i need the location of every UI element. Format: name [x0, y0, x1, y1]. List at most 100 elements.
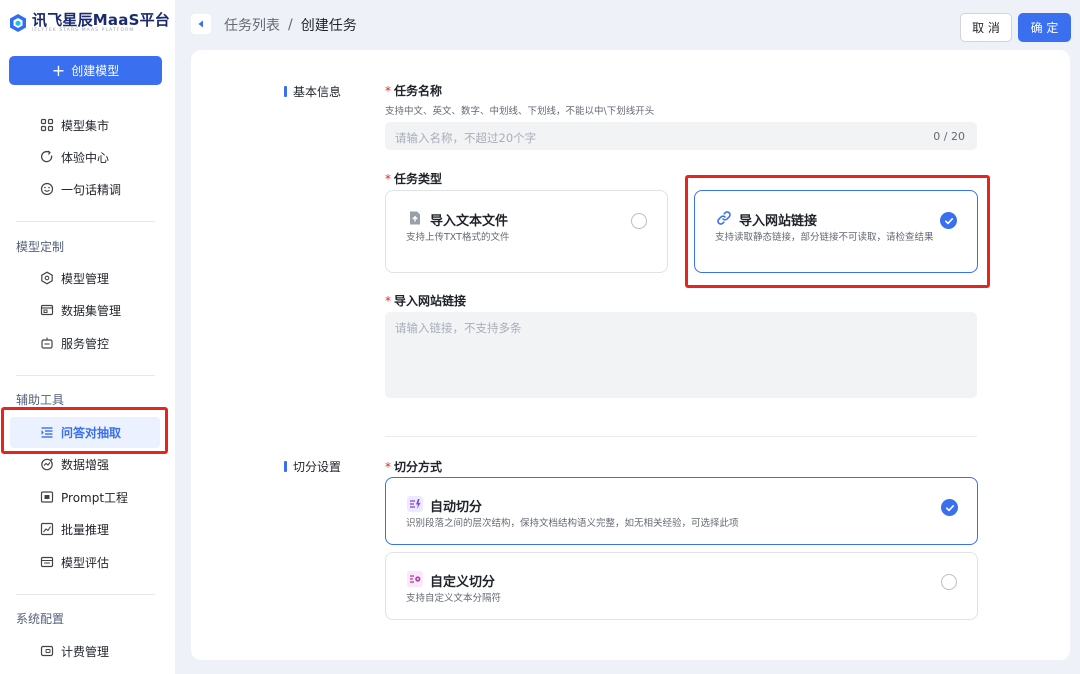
required-mark: * — [385, 460, 391, 474]
task-type-option-web-link[interactable]: 导入网站链接 支持读取静态链接，部分链接不可读取，请检查结果 — [694, 190, 978, 273]
sidebar-item-label: 一句话精调 — [61, 183, 122, 197]
section-title: 切分设置 — [293, 460, 342, 474]
create-model-button[interactable]: + 创建模型 — [9, 56, 162, 85]
chevron-left-icon — [198, 20, 203, 28]
sidebar-divider — [16, 594, 155, 595]
sidebar-section-title: 模型定制 — [16, 240, 65, 254]
sidebar-item-qa-extraction[interactable]: 问答对抽取 — [10, 417, 160, 448]
section-marker — [284, 86, 287, 97]
task-type-label: * 任务类型 — [385, 170, 442, 187]
list-icon — [41, 427, 53, 438]
task-name-input[interactable]: 请输入名称，不超过20个字 0 / 20 — [385, 122, 977, 150]
brand-name: 讯飞星辰MaaS平台 — [32, 11, 170, 29]
sidebar-item-data-augmentation[interactable]: 数据增强 — [10, 449, 160, 480]
sidebar-item-dataset-management[interactable]: 数据集管理 — [10, 295, 160, 326]
back-button[interactable] — [191, 14, 211, 34]
section-divider — [385, 436, 977, 437]
file-upload-icon — [410, 211, 420, 225]
section-basic-info: 基本信息 — [284, 83, 341, 100]
gauge-icon — [40, 556, 54, 568]
sidebar-item-label: Prompt工程 — [61, 491, 129, 505]
folder-icon — [40, 304, 54, 316]
sidebar-item-service-control[interactable]: 服务管控 — [10, 328, 160, 359]
sidebar-item-model-evaluation[interactable]: 模型评估 — [10, 547, 160, 578]
link-placeholder: 请输入链接，不支持多条 — [395, 321, 522, 335]
required-mark: * — [385, 84, 391, 98]
sidebar-item-billing[interactable]: 计费管理 — [10, 636, 160, 667]
sidebar-item-label: 模型管理 — [61, 272, 110, 286]
split-method-label-text: 切分方式 — [394, 460, 443, 474]
link-label-text: 导入网站链接 — [394, 294, 467, 308]
sidebar-item-label: 计费管理 — [61, 645, 110, 659]
task-type-option-text-file[interactable]: 导入文本文件 支持上传TXT格式的文件 — [385, 190, 668, 273]
sidebar-item-prompt-engineering[interactable]: Prompt工程 — [10, 482, 160, 513]
option-title: 自动切分 — [430, 500, 483, 515]
option-title: 导入文本文件 — [430, 214, 509, 229]
breadcrumb-task-list[interactable]: 任务列表 — [224, 15, 280, 35]
terminal-icon — [40, 491, 54, 503]
plus-icon: + — [51, 60, 66, 80]
custom-split-icon — [407, 571, 423, 587]
section-split-settings: 切分设置 — [284, 458, 341, 475]
task-name-label: * 任务名称 — [385, 82, 442, 99]
task-name-counter: 0 / 20 — [933, 130, 965, 143]
section-marker — [284, 461, 287, 472]
brand-subtitle: IFLYTEK STARS MAAS PLATFORM — [32, 28, 135, 33]
sidebar-item-model-market[interactable]: 模型集市 — [10, 110, 160, 141]
option-description: 支持读取静态链接，部分链接不可读取，请检查结果 — [715, 232, 934, 243]
option-description: 支持上传TXT格式的文件 — [406, 232, 510, 243]
cancel-button[interactable]: 取 消 — [960, 13, 1012, 42]
sidebar: 讯飞星辰MaaS平台 IFLYTEK STARS MAAS PLATFORM +… — [0, 0, 175, 674]
split-method-label: * 切分方式 — [385, 458, 442, 475]
sidebar-item-experience-center[interactable]: 体验中心 — [10, 142, 160, 173]
check-selected-icon[interactable] — [940, 212, 957, 229]
sidebar-item-label: 数据集管理 — [61, 304, 122, 318]
breadcrumb: 任务列表 / 创建任务 — [224, 15, 357, 35]
wallet-icon — [40, 645, 54, 657]
auto-split-icon — [407, 496, 423, 512]
option-title: 自定义切分 — [430, 575, 496, 590]
sparkle-icon — [41, 458, 53, 471]
check-selected-icon[interactable] — [941, 499, 958, 516]
sidebar-item-label: 服务管控 — [61, 337, 110, 351]
option-description: 支持自定义文本分隔符 — [406, 593, 502, 604]
link-textarea[interactable]: 请输入链接，不支持多条 — [385, 312, 977, 398]
sidebar-item-model-management[interactable]: 模型管理 — [10, 263, 160, 294]
sidebar-item-label: 模型评估 — [61, 556, 110, 570]
sidebar-item-label: 模型集市 — [61, 119, 110, 133]
sidebar-item-label: 问答对抽取 — [61, 426, 122, 440]
required-mark: * — [385, 172, 391, 186]
create-model-label: 创建模型 — [71, 64, 120, 78]
sidebar-item-label: 数据增强 — [61, 458, 110, 472]
sidebar-item-label: 批量推理 — [61, 523, 110, 537]
section-title: 基本信息 — [293, 85, 342, 99]
task-name-hint: 支持中文、英文、数字、中划线、下划线，不能以中\下划线开头 — [385, 106, 655, 117]
sidebar-item-batch-inference[interactable]: 批量推理 — [10, 514, 160, 545]
task-type-label-text: 任务类型 — [394, 172, 443, 186]
create-task-form: 基本信息 * 任务名称 支持中文、英文、数字、中划线、下划线，不能以中\下划线开头… — [191, 50, 1070, 660]
task-name-placeholder: 请输入名称，不超过20个字 — [395, 131, 537, 145]
refresh-icon — [41, 150, 53, 163]
brand[interactable]: 讯飞星辰MaaS平台 IFLYTEK STARS MAAS PLATFORM — [8, 10, 170, 36]
split-option-auto[interactable]: 自动切分 识别段落之间的层次结构，保持文档结构语义完整，如无相关经验，可选择此项 — [385, 477, 978, 545]
radio-unselected[interactable] — [941, 574, 957, 590]
sidebar-section-title: 辅助工具 — [16, 393, 65, 407]
shield-icon — [41, 271, 53, 285]
sidebar-item-one-sentence-tuning[interactable]: 一句话精调 — [10, 174, 160, 205]
radio-unselected[interactable] — [631, 213, 647, 229]
chart-icon — [40, 522, 54, 536]
option-title: 导入网站链接 — [739, 214, 818, 229]
link-label: * 导入网站链接 — [385, 292, 466, 309]
sidebar-item-label: 体验中心 — [61, 151, 110, 165]
confirm-button[interactable]: 确 定 — [1018, 13, 1071, 42]
sidebar-divider — [16, 221, 155, 222]
brand-logo-icon — [10, 14, 26, 32]
grid-icon — [40, 118, 54, 132]
option-description: 识别段落之间的层次结构，保持文档结构语义完整，如无相关经验，可选择此项 — [406, 518, 739, 529]
required-mark: * — [385, 294, 391, 308]
task-name-label-text: 任务名称 — [394, 84, 443, 98]
sidebar-section-title: 系统配置 — [16, 612, 65, 626]
split-option-custom[interactable]: 自定义切分 支持自定义文本分隔符 — [385, 552, 978, 620]
robot-icon — [41, 337, 53, 349]
breadcrumb-separator: / — [288, 17, 293, 33]
